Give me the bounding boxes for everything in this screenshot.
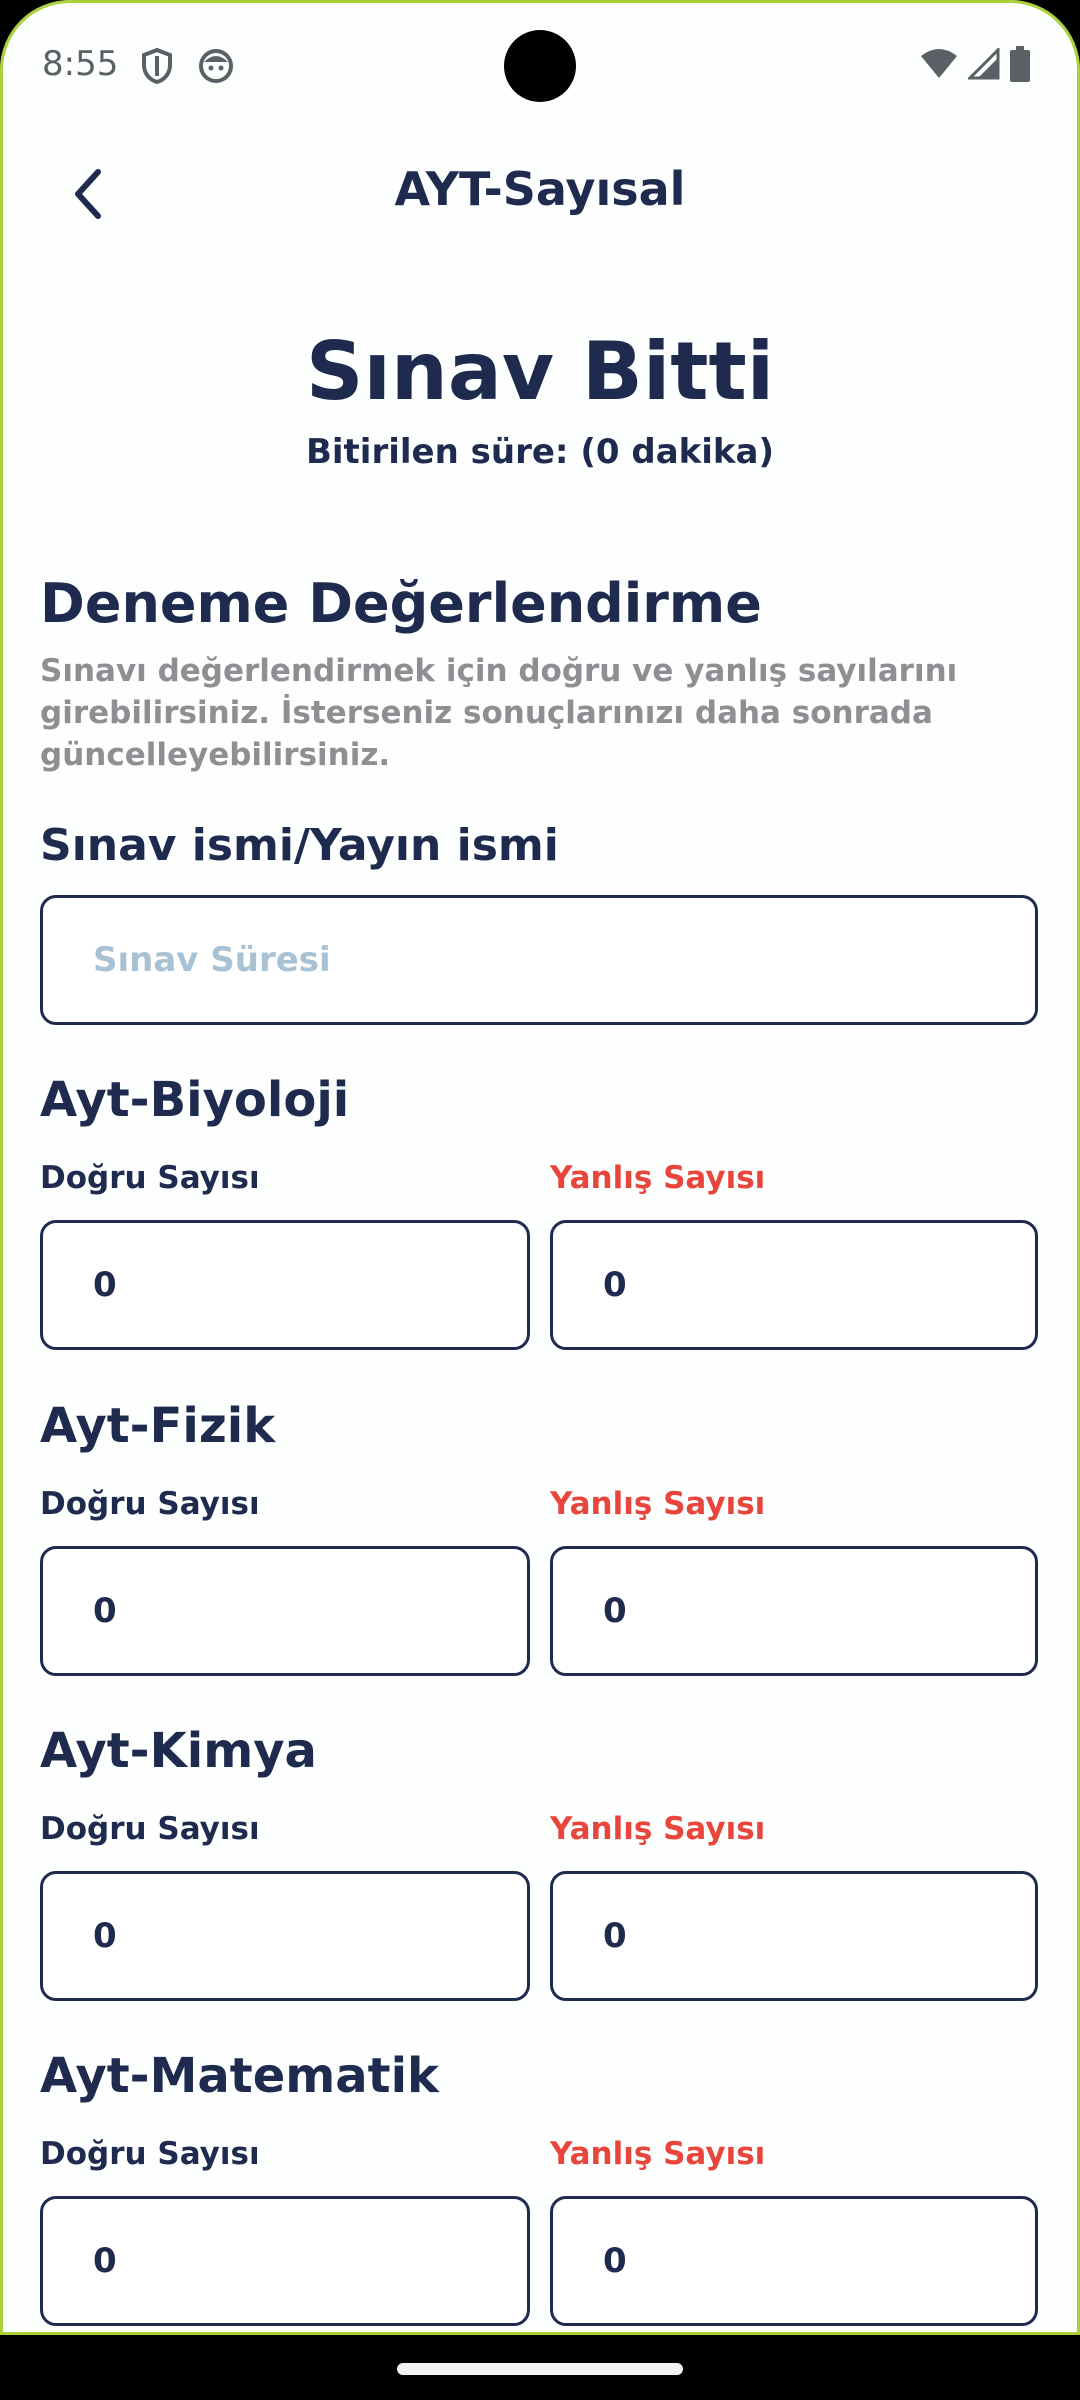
correct-count-label: Doğru Sayısı [40,1160,260,1196]
result-title: Sınav Bitti [305,325,775,418]
subject-title: Ayt-Biyoloji [40,1072,350,1128]
wrong-count-input[interactable] [550,1546,1038,1676]
exam-name-label: Sınav ismi/Yayın ismi [40,820,559,871]
subject-title: Ayt-Kimya [40,1723,317,1779]
correct-count-input[interactable] [40,2196,530,2326]
status-bar: 8:55 [0,0,1080,130]
wrong-count-label: Yanlış Sayısı [550,1160,766,1196]
wrong-count-label: Yanlış Sayısı [550,1811,766,1847]
wifi-icon [920,48,958,84]
wrong-count-label: Yanlış Sayısı [550,1486,766,1522]
wrong-count-input[interactable] [550,2196,1038,2326]
wrong-count-input[interactable] [550,1871,1038,2001]
correct-count-input[interactable] [40,1220,530,1350]
home-gesture-handle[interactable] [397,2363,683,2375]
face-icon [198,48,234,88]
system-icons [920,46,1030,86]
evaluation-description: Sınavı değerlendirmek için doğru ve yanl… [40,653,958,773]
battery-icon [1010,46,1030,86]
correct-count-label: Doğru Sayısı [40,2136,260,2172]
subject-title: Ayt-Fizik [40,1398,276,1454]
app-bar: AYT-Sayısal [0,140,1080,250]
elapsed-time: Bitirilen süre: (0 dakika) [305,432,775,472]
status-time: 8:55 [42,44,119,84]
subject-title: Ayt-Matematik [40,2048,439,2104]
app-bar-title: AYT-Sayısal [394,162,686,216]
correct-count-label: Doğru Sayısı [40,1486,260,1522]
exam-name-input[interactable] [40,895,1038,1025]
screen: 8:55 AYT-Sayısal Sınav Bitti Bitirilen s… [0,0,1080,2335]
evaluation-title: Deneme Değerlendirme [40,572,762,635]
wrong-count-label: Yanlış Sayısı [550,2136,766,2172]
signal-icon [966,46,1000,84]
shield-icon [140,47,174,88]
correct-count-input[interactable] [40,1546,530,1676]
navigation-bar [0,2335,1080,2400]
camera-cutout [504,30,576,102]
wrong-count-input[interactable] [550,1220,1038,1350]
correct-count-label: Doğru Sayısı [40,1811,260,1847]
correct-count-input[interactable] [40,1871,530,2001]
